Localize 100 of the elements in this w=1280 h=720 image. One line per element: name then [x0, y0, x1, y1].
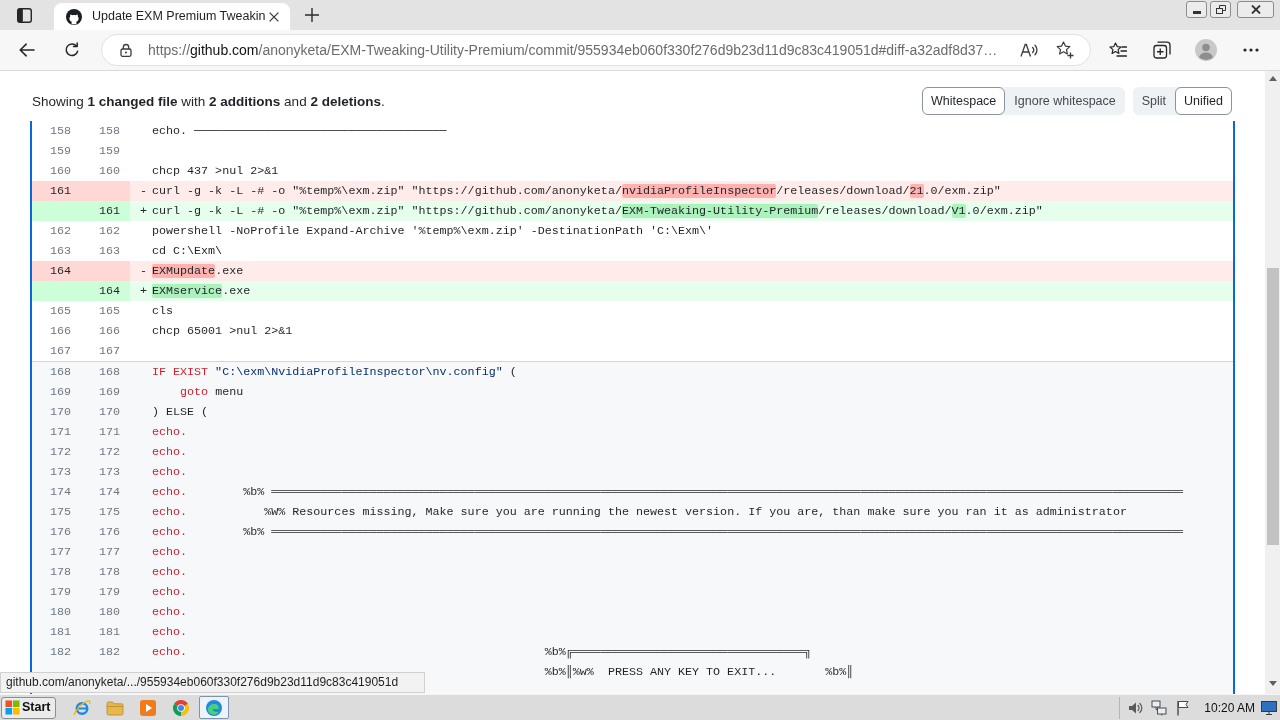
code-line: echo. %b% ══════════════════════════════════════════════════════════════════════════════════════════════════════════════════════════════════ — [152, 524, 1183, 541]
line-number: 159 — [98, 143, 120, 160]
code-line: echo. — [152, 444, 188, 461]
tab-actions-icon[interactable] — [17, 7, 32, 23]
line-number: 160 — [98, 163, 120, 180]
line-number: 163 — [98, 243, 120, 260]
line-number: 167 — [49, 343, 71, 360]
line-number: 169 — [49, 384, 71, 401]
new-tab-icon[interactable] — [305, 8, 319, 22]
code-line: %b%║%w% PRESS ANY KEY TO EXIT... %b%║ — [544, 664, 854, 681]
diff-sign: - — [140, 263, 147, 280]
network-icon[interactable] — [1151, 699, 1168, 716]
line-number: 164 — [49, 263, 71, 280]
toggle-button[interactable]: Ignore whitespace — [1005, 87, 1125, 115]
code-line: goto menu — [180, 384, 244, 401]
url-text: https://github.com/anonyketa/EXM-Tweaking-Utility-Premium/commit/955934eb060f330f276d9b23d11d9c83c419051d#diff-a32adf8d37… — [148, 40, 998, 60]
code-line: EXMupdate.exe — [152, 263, 244, 280]
lock-icon[interactable] — [120, 43, 132, 57]
read-aloud-icon[interactable] — [1020, 42, 1038, 58]
line-number: 175 — [98, 504, 120, 521]
add-favorite-icon[interactable] — [1056, 41, 1074, 59]
line-number: 177 — [49, 544, 71, 561]
line-number: 171 — [49, 424, 71, 441]
scrollbar-thumb[interactable] — [1266, 268, 1279, 545]
browser-tab[interactable]: Update EXM Premium Tweakin — [54, 3, 290, 30]
code-line: echo. %W% Resources missing, Make sure you are running the newest version. If you are, than make sure you ran it as administrator — [152, 504, 1127, 521]
address-bar[interactable]: https://github.com/anonyketa/EXM-Tweaking-Utility-Premium/commit/955934eb060f330f276d9b23d11d9c83c419051d#diff-a32adf8d37… — [101, 34, 1091, 66]
restore-button[interactable] — [1210, 1, 1231, 18]
line-number: 181 — [49, 624, 71, 641]
toggle-button[interactable]: Whitespace — [922, 87, 1006, 115]
close-icon — [1250, 5, 1261, 14]
code-line: echo. %b% ══════════════════════════════════════════════════════════════════════════════════════════════════════════════════════════════════ — [152, 484, 1183, 501]
monitor-icon[interactable] — [1261, 700, 1277, 715]
line-number: 171 — [98, 424, 120, 441]
scroll-up-icon[interactable] — [1268, 76, 1277, 81]
line-number: 159 — [49, 143, 71, 160]
line-number: 167 — [98, 343, 120, 360]
line-number: 158 — [49, 123, 71, 140]
refresh-icon[interactable] — [64, 42, 80, 58]
line-number: 178 — [98, 564, 120, 581]
code-line: echo. ──────────────────────────────────── — [152, 123, 447, 140]
wave-logo-icon — [205, 698, 223, 717]
code-line: echo. %b%╔═════════════════════════════════╗ — [152, 644, 812, 661]
link-status-text: github.com/anonyketa/.../955934eb060f330f276d9b23d11d9c83c419051d — [0, 672, 425, 693]
line-number: 165 — [49, 303, 71, 320]
close-icon[interactable] — [269, 11, 279, 22]
code-line: echo. — [152, 604, 188, 621]
toggle-button[interactable]: Unified — [1175, 87, 1232, 115]
code-line: IF EXIST "C:\exm\NvidiaProfileInspector\nv.config" ( — [152, 364, 517, 381]
line-number: 180 — [98, 604, 120, 621]
code-line: echo. — [152, 624, 188, 641]
restore-icon — [1215, 5, 1226, 14]
line-number: 164 — [98, 283, 120, 300]
play-icon — [139, 698, 157, 717]
code-line: chcp 437 >nul 2>&1 — [152, 163, 279, 180]
flag-icon[interactable] — [1176, 699, 1191, 716]
line-number: 177 — [98, 544, 120, 561]
diff-sign: - — [140, 183, 147, 200]
collections-icon[interactable] — [1153, 41, 1171, 59]
favorites-icon[interactable] — [1109, 42, 1127, 58]
more-icon[interactable] — [1243, 48, 1259, 52]
line-number: 170 — [98, 404, 120, 421]
start-button[interactable]: Start — [1, 696, 56, 719]
code-line: powershell -NoProfile Expand-Archive '%temp%\exm.zip' -DestinationPath 'C:\Exm\' — [152, 223, 714, 240]
code-line: chcp 65001 >nul 2>&1 — [152, 323, 293, 340]
line-number: 163 — [49, 243, 71, 260]
code-line: EXMservice.exe — [152, 283, 251, 300]
line-number: 172 — [49, 444, 71, 461]
line-number: 181 — [98, 624, 120, 641]
line-number: 162 — [49, 223, 71, 240]
line-number: 160 — [49, 163, 71, 180]
ring-logo-icon — [73, 698, 91, 717]
line-number: 173 — [49, 464, 71, 481]
line-number: 182 — [49, 644, 71, 661]
line-number: 178 — [49, 564, 71, 581]
line-number: 161 — [49, 183, 71, 200]
line-number: 166 — [49, 323, 71, 340]
minimize-button[interactable] — [1186, 1, 1207, 18]
scroll-down-icon[interactable] — [1268, 681, 1277, 686]
toggle-button[interactable]: Split — [1132, 87, 1176, 115]
profile-avatar-icon[interactable] — [1195, 39, 1217, 61]
line-number: 168 — [98, 364, 120, 381]
line-number: 162 — [98, 223, 120, 240]
site-logo-icon — [66, 8, 82, 25]
close-window-button[interactable] — [1237, 1, 1274, 18]
line-number: 168 — [49, 364, 71, 381]
diff-sign: + — [140, 283, 147, 300]
taskbar-button[interactable] — [199, 696, 229, 719]
line-number: 173 — [98, 464, 120, 481]
line-number: 182 — [98, 644, 120, 661]
code-line: echo. — [152, 464, 188, 481]
clock-time[interactable]: 10:20 AM — [1204, 698, 1255, 717]
code-line: echo. — [152, 584, 188, 601]
folder-icon — [106, 699, 124, 716]
code-line: curl -g -k -L -# -o "%temp%\exm.zip" "https://github.com/anonyketa/nvidiaProfileInspector/releases/download/21.0/exm.zip" — [152, 183, 1001, 200]
line-number: 174 — [49, 484, 71, 501]
back-arrow-icon[interactable] — [19, 43, 35, 57]
code-line: echo. — [152, 564, 188, 581]
code-line: cls — [152, 303, 174, 320]
line-number: 176 — [98, 524, 120, 541]
